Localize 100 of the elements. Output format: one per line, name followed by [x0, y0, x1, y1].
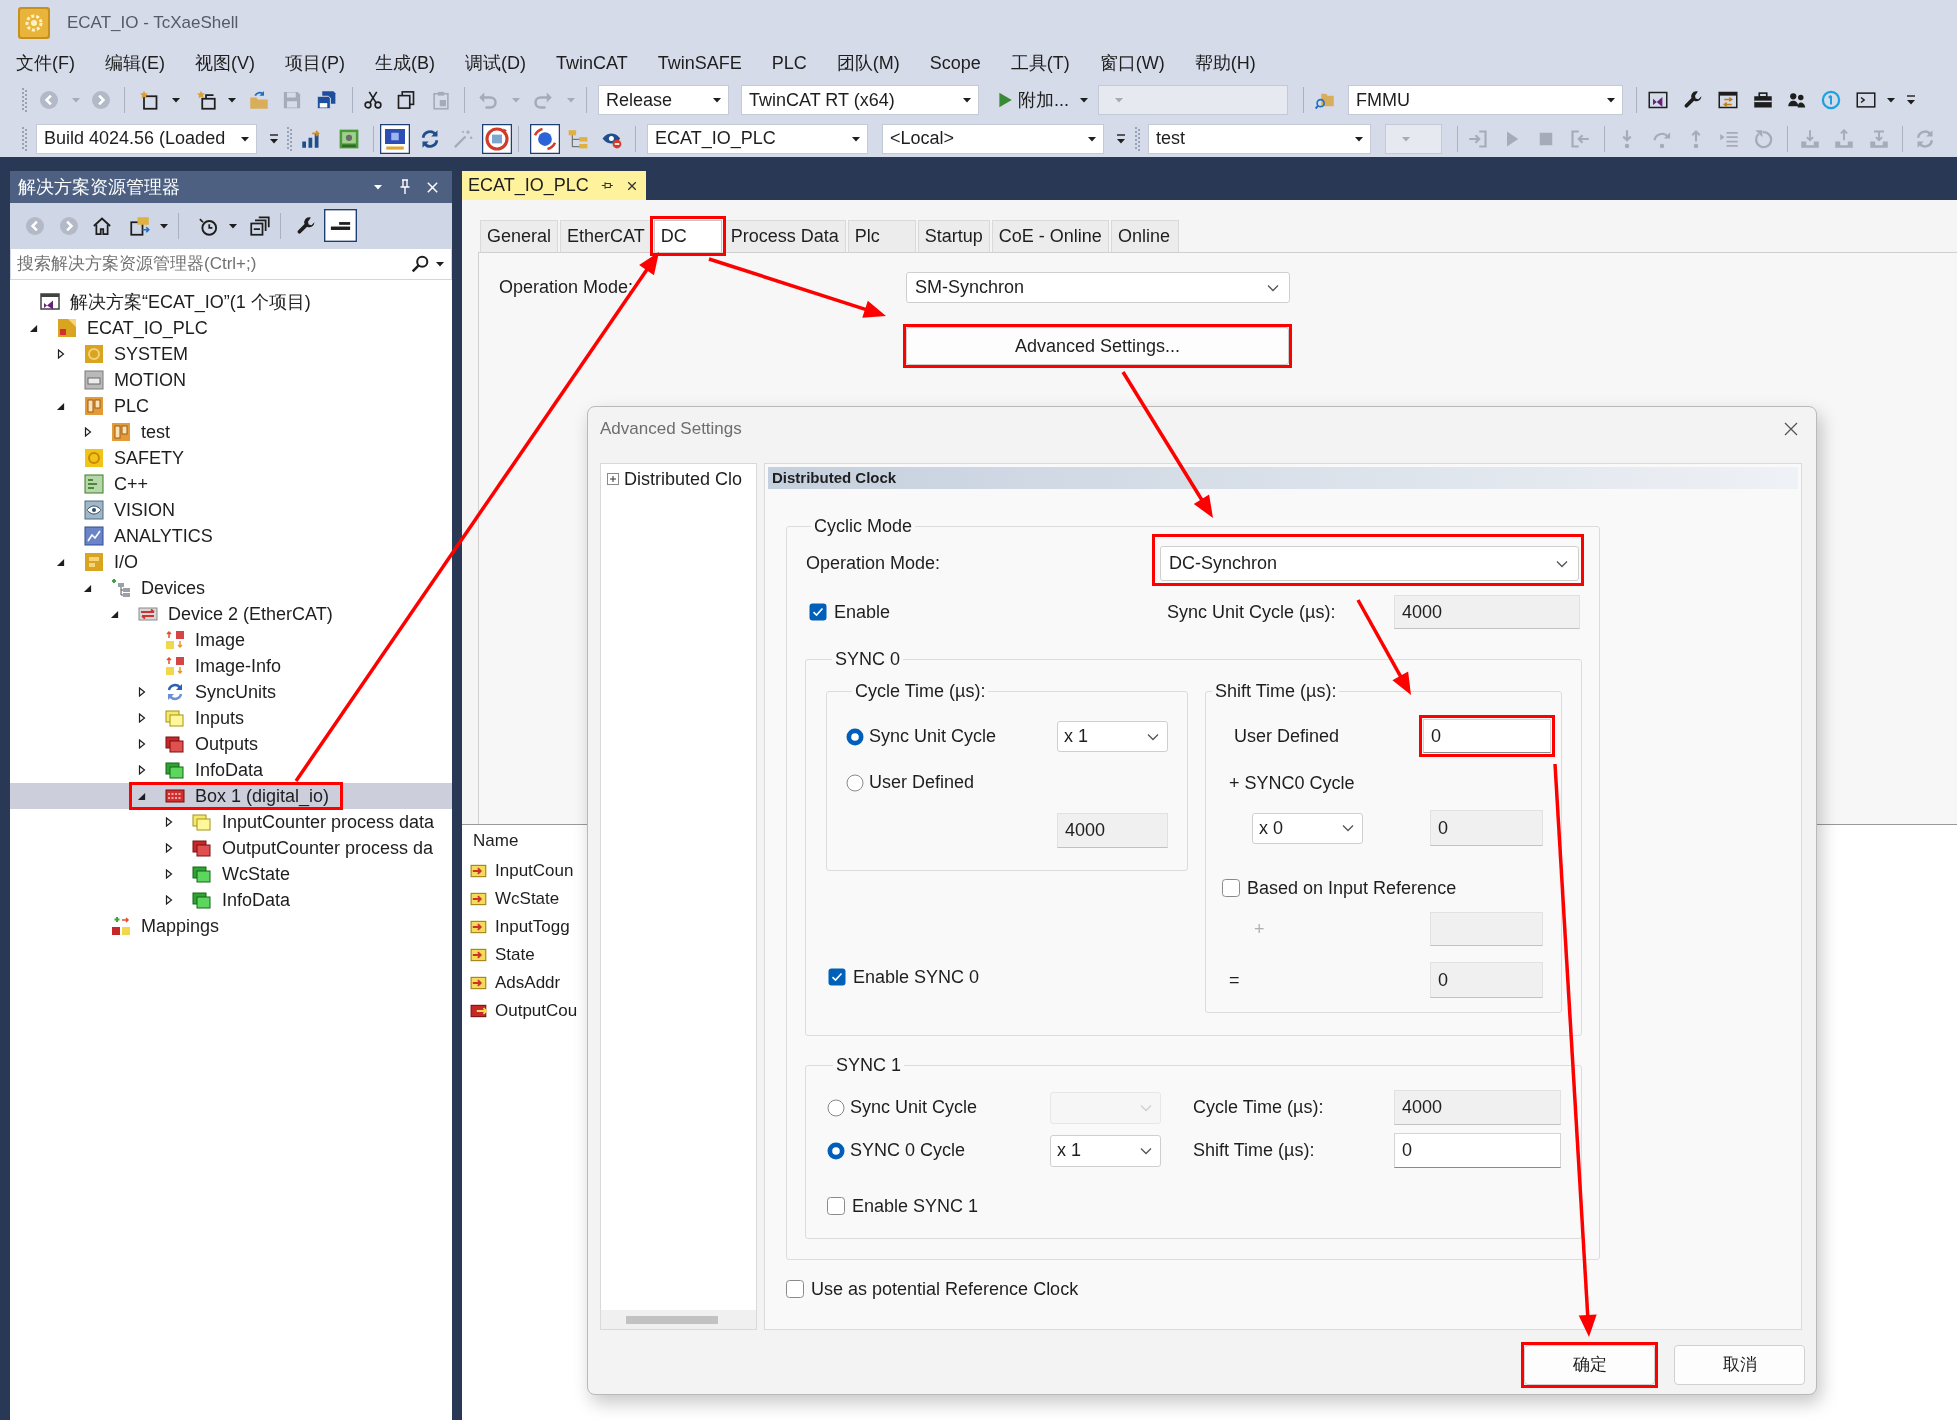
radio-button[interactable]: [846, 773, 864, 792]
dropdown[interactable]: DC-Synchron: [1160, 546, 1579, 581]
copy-icon[interactable]: [396, 90, 416, 110]
caret-icon[interactable]: [1886, 95, 1896, 105]
dropdown[interactable]: TwinCAT RT (x64): [741, 85, 979, 115]
collapsed-arrow-icon[interactable]: [136, 687, 147, 697]
expanded-arrow-icon[interactable]: [83, 583, 92, 593]
tree-item[interactable]: InfoData: [10, 887, 452, 913]
caret-icon[interactable]: [712, 95, 722, 105]
toggle-tile-icon[interactable]: [324, 209, 357, 242]
caret-icon[interactable]: [373, 182, 383, 192]
list-item[interactable]: InputCoun: [495, 858, 574, 884]
tab[interactable]: DC: [653, 220, 722, 252]
menu-item[interactable]: PLC: [756, 49, 822, 77]
pin-icon[interactable]: [601, 179, 614, 192]
tree-item[interactable]: Device 2 (EtherCAT): [10, 601, 452, 627]
tree-item[interactable]: VISION: [10, 497, 452, 523]
dropdown[interactable]: Build 4024.56 (Loaded: [36, 123, 257, 154]
restart-icon[interactable]: [1753, 128, 1773, 149]
home-icon[interactable]: [92, 215, 112, 236]
radio-button[interactable]: [827, 1141, 845, 1160]
tree-item[interactable]: Mappings: [10, 913, 452, 939]
menu-item[interactable]: 生成(B): [360, 49, 450, 77]
caret-icon[interactable]: [1606, 95, 1616, 105]
expanded-arrow-icon[interactable]: [29, 323, 38, 333]
tree-item[interactable]: ANALYTICS: [10, 523, 452, 549]
collapsed-arrow-icon[interactable]: [136, 765, 147, 775]
dropdown[interactable]: SM-Synchron: [906, 272, 1290, 303]
radio-button[interactable]: [827, 1098, 845, 1117]
list-item[interactable]: OutputCou: [495, 998, 578, 1024]
checkbox[interactable]: [786, 1280, 804, 1298]
menu-item[interactable]: 项目(P): [270, 49, 360, 77]
wrench-icon[interactable]: [1683, 90, 1703, 110]
checkbox[interactable]: [827, 1197, 845, 1215]
caret-icon[interactable]: [962, 95, 972, 105]
overflow-icon[interactable]: [269, 131, 279, 146]
list-item[interactable]: WcState: [495, 886, 560, 912]
menu-item[interactable]: 团队(M): [821, 49, 915, 77]
play-icon[interactable]: [996, 91, 1014, 109]
expanded-arrow-icon[interactable]: [56, 557, 65, 567]
people-icon[interactable]: [1787, 90, 1807, 110]
menu-item[interactable]: 窗口(W): [1084, 49, 1180, 77]
open-folder-icon[interactable]: [249, 90, 269, 110]
dropdown[interactable]: test: [1148, 123, 1371, 154]
list-item[interactable]: State: [495, 942, 535, 968]
tab[interactable]: Online: [1110, 220, 1179, 252]
tree-item[interactable]: SAFETY: [10, 445, 452, 471]
dropdown[interactable]: x 1: [1057, 721, 1168, 752]
collapsed-arrow-icon[interactable]: [163, 817, 174, 827]
caret-icon[interactable]: [171, 95, 181, 105]
switch-views-icon[interactable]: [130, 215, 150, 236]
collapsed-arrow-icon[interactable]: [163, 843, 174, 853]
overflow-icon[interactable]: [1116, 131, 1126, 146]
tree-item[interactable]: Devices: [10, 575, 452, 601]
collapsed-arrow-icon[interactable]: [136, 713, 147, 723]
dropdown[interactable]: x 0: [1252, 812, 1363, 844]
list-item[interactable]: InputTogg: [495, 914, 570, 940]
text-field[interactable]: 0: [1423, 719, 1551, 753]
tree-item[interactable]: C++: [10, 471, 452, 497]
collapse-all-icon[interactable]: [250, 215, 270, 236]
menu-item[interactable]: TwinSAFE: [642, 49, 757, 77]
menu-item[interactable]: 工具(T): [995, 49, 1085, 77]
tab[interactable]: Startup: [917, 220, 990, 252]
scrollbar[interactable]: [601, 1310, 756, 1329]
toolbox-icon[interactable]: [1753, 90, 1773, 110]
tree-item[interactable]: Inputs: [10, 705, 452, 731]
window-logo-icon[interactable]: [1648, 90, 1668, 110]
close-icon[interactable]: [626, 179, 638, 192]
checkbox[interactable]: [828, 968, 846, 986]
close-icon[interactable]: [425, 179, 440, 195]
gear-tile-icon[interactable]: [339, 128, 359, 149]
terminal-icon[interactable]: [1856, 90, 1876, 110]
tree-item[interactable]: Outputs: [10, 731, 452, 757]
checkbox[interactable]: [1222, 879, 1240, 897]
tree-item[interactable]: PLC: [10, 393, 452, 419]
checkbox[interactable]: [809, 603, 827, 621]
tree-item[interactable]: Image: [10, 627, 452, 653]
collapsed-arrow-icon[interactable]: [163, 869, 174, 879]
expanded-arrow-icon[interactable]: [137, 791, 146, 801]
tree-item[interactable]: I/O: [10, 549, 452, 575]
dropdown[interactable]: x 1: [1050, 1134, 1161, 1167]
menu-item[interactable]: 帮助(H): [1179, 49, 1271, 77]
tree-item[interactable]: OutputCounter process da: [10, 835, 452, 861]
scrollbar-thumb[interactable]: [626, 1315, 718, 1324]
expanded-arrow-icon[interactable]: [110, 609, 119, 619]
tree-item[interactable]: InfoData: [10, 757, 452, 783]
expand-box-icon[interactable]: [607, 473, 619, 485]
tree-item[interactable]: 解决方案“ECAT_IO”(1 个项目): [10, 289, 452, 315]
save-all-icon[interactable]: [316, 90, 336, 110]
collapsed-arrow-icon[interactable]: [136, 739, 147, 749]
close-icon[interactable]: [1783, 421, 1799, 437]
add-item-icon[interactable]: [196, 90, 216, 110]
tree-item[interactable]: SYSTEM: [10, 341, 452, 367]
collapsed-arrow-icon[interactable]: [163, 895, 174, 905]
menu-item[interactable]: 调试(D): [450, 49, 541, 77]
tree-item[interactable]: Box 1 (digital_io): [10, 783, 452, 809]
tree-item[interactable]: SyncUnits: [10, 679, 452, 705]
dialog-button[interactable]: 取消: [1674, 1345, 1805, 1385]
target-tile-icon[interactable]: [482, 123, 512, 154]
advanced-settings-button[interactable]: Advanced Settings...: [906, 327, 1289, 365]
